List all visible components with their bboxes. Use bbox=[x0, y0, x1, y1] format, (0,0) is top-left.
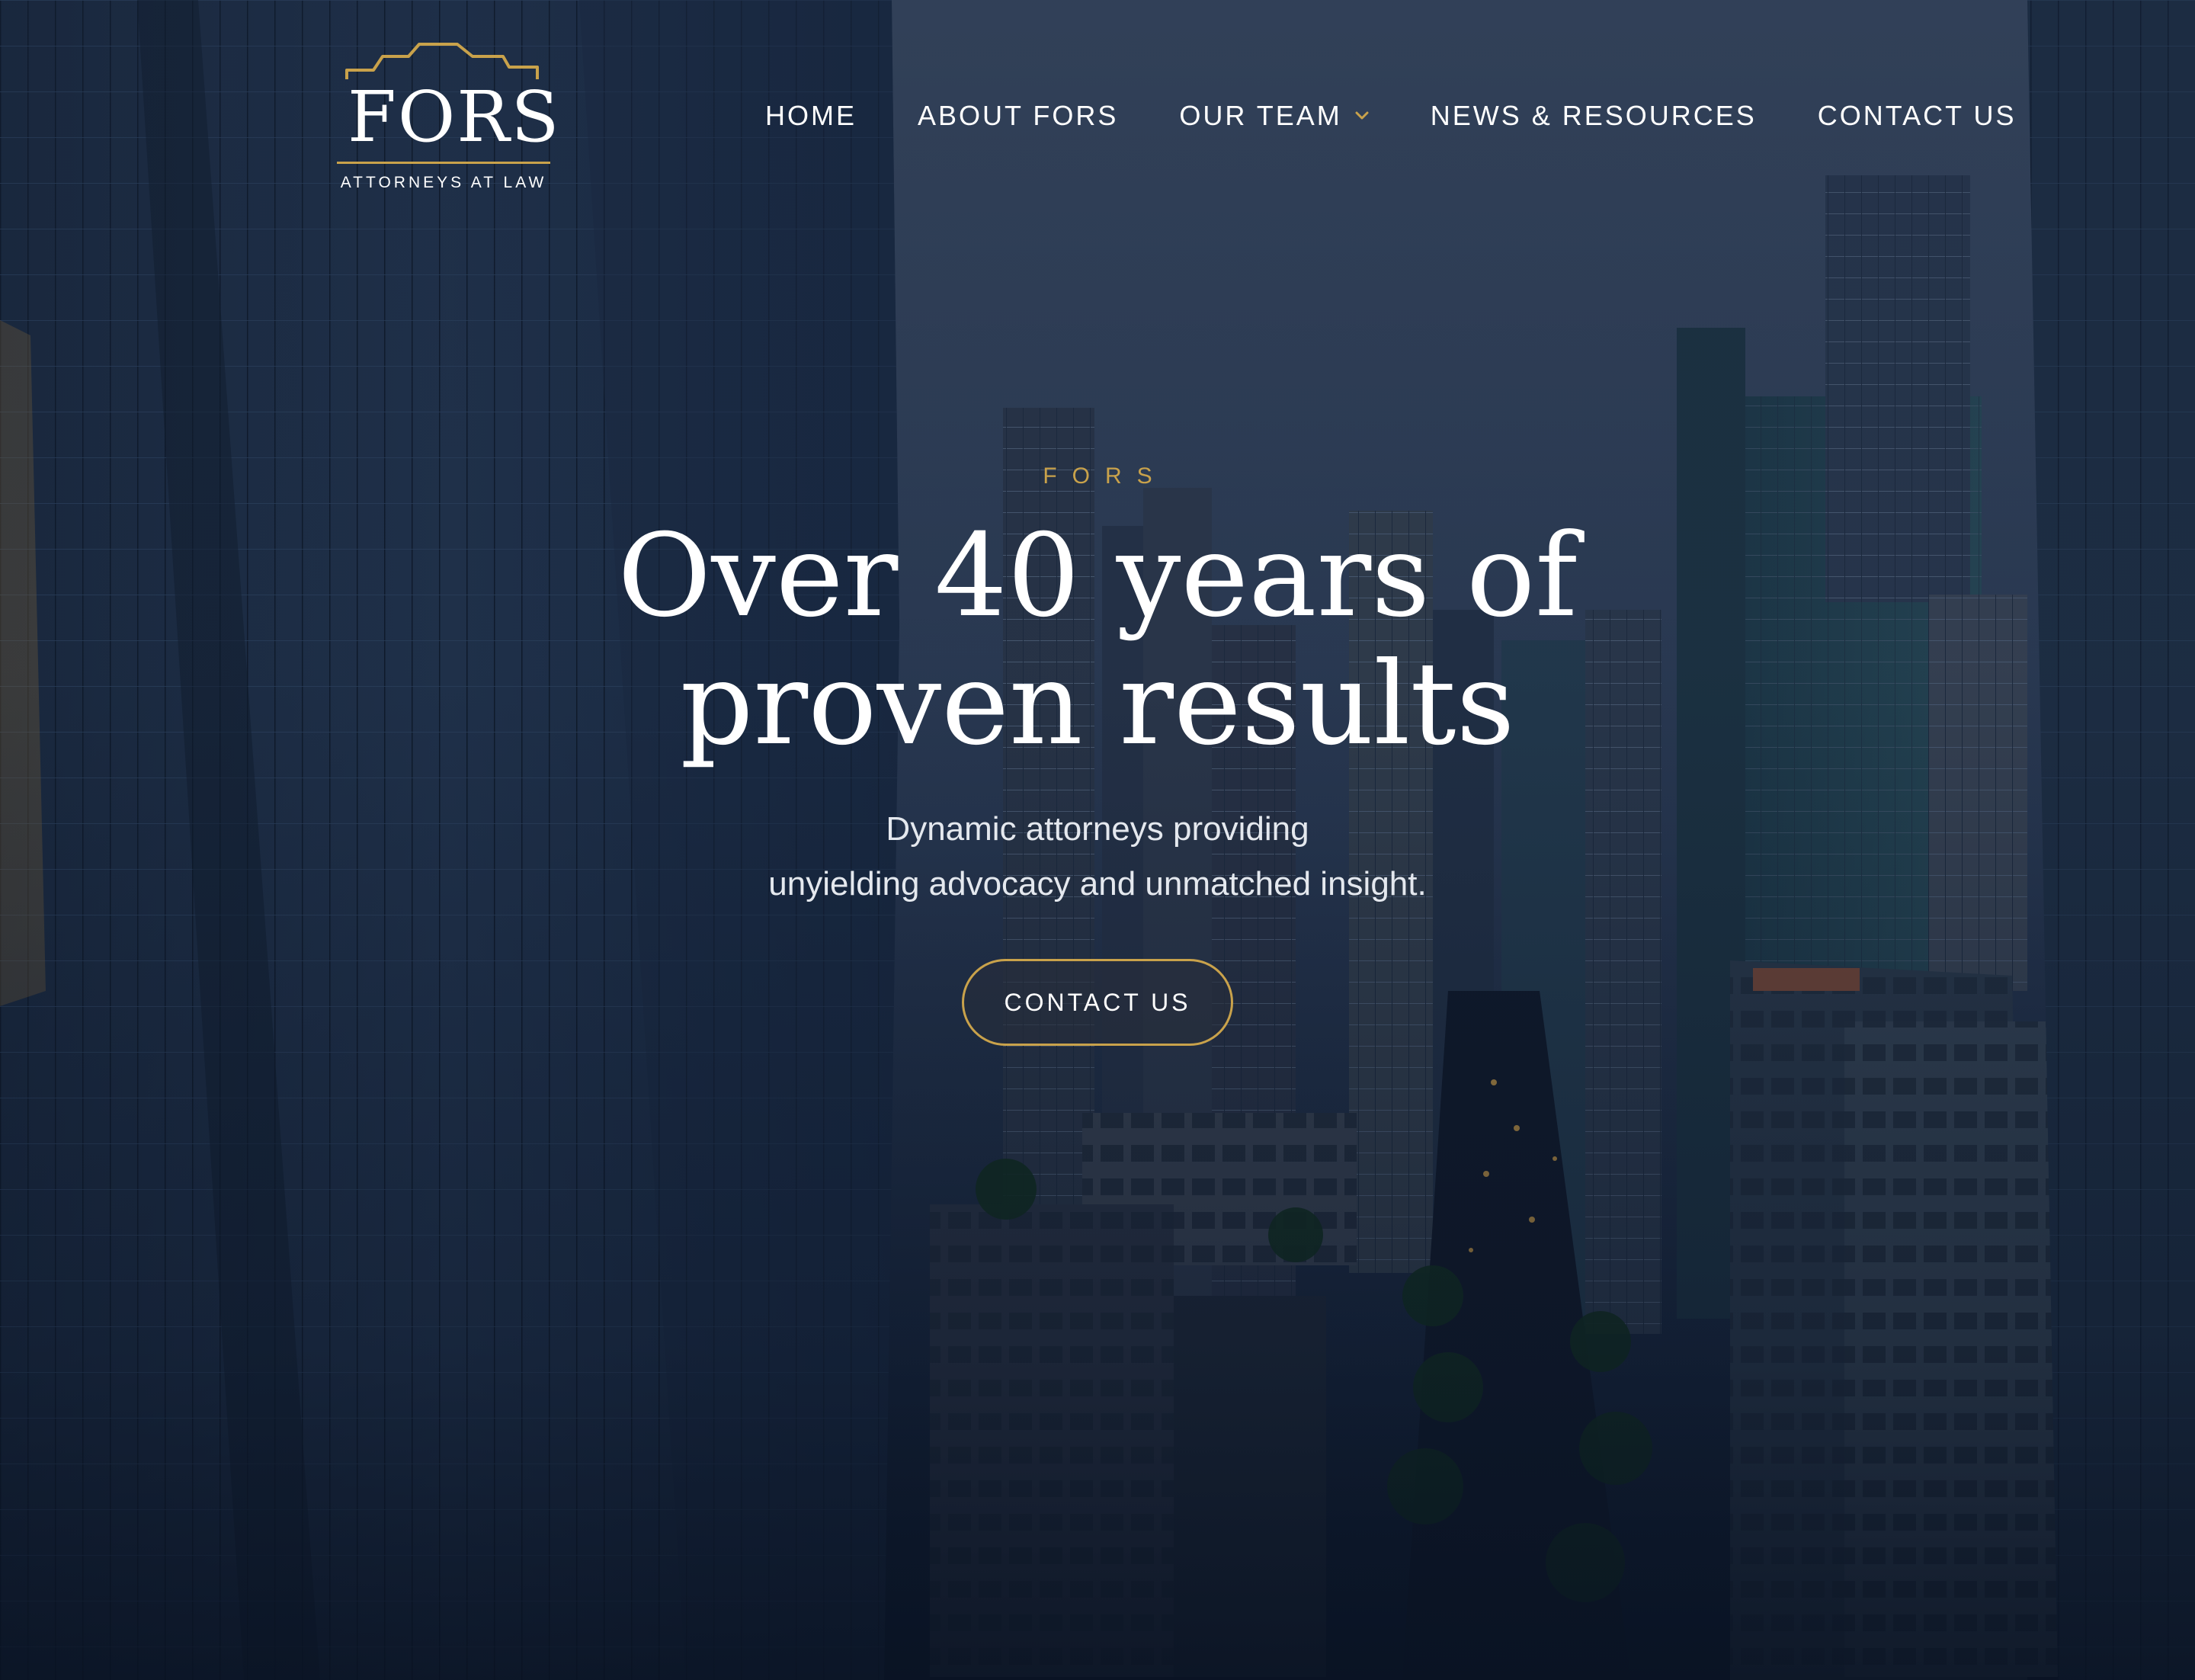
subtext-line-2: unyielding advocacy and unmatched insigh… bbox=[768, 865, 1427, 903]
headline-line-2: proven results bbox=[680, 638, 1515, 771]
nav-item-label: CONTACT US bbox=[1817, 100, 2017, 131]
chevron-down-icon bbox=[1355, 111, 1369, 120]
fors-logo[interactable]: FORS ATTORNEYS AT LAW bbox=[328, 40, 561, 200]
hero-eyebrow: FORS bbox=[1043, 463, 1168, 489]
headline-line-1: Over 40 years of bbox=[617, 510, 1578, 643]
nav-item-our-team[interactable]: OUR TEAM bbox=[1179, 100, 1369, 132]
logo-wordmark: FORS bbox=[348, 76, 561, 158]
nav-item-home[interactable]: HOME bbox=[765, 100, 857, 132]
nav-item-contact[interactable]: CONTACT US bbox=[1818, 100, 2017, 132]
nav-item-label: HOME bbox=[765, 100, 857, 131]
nav-item-label: ABOUT FORS bbox=[918, 100, 1119, 131]
nav-item-news-resources[interactable]: NEWS & RESOURCES bbox=[1431, 100, 1757, 132]
nav-item-label: OUR TEAM bbox=[1179, 100, 1342, 131]
site-header: FORS ATTORNEYS AT LAW HOME ABOUT FORS OU… bbox=[0, 0, 2195, 229]
hero-section: FORS ATTORNEYS AT LAW HOME ABOUT FORS OU… bbox=[0, 0, 2195, 1680]
nav-item-about[interactable]: ABOUT FORS bbox=[918, 100, 1118, 132]
hero-headline: Over 40 years of proven results bbox=[412, 512, 1783, 768]
hero-subtext: Dynamic attorneys providing unyielding a… bbox=[564, 802, 1631, 912]
nav-item-label: NEWS & RESOURCES bbox=[1430, 100, 1757, 131]
subtext-line-1: Dynamic attorneys providing bbox=[886, 810, 1309, 848]
contact-us-button[interactable]: CONTACT US bbox=[962, 959, 1233, 1046]
hero-content: FORS Over 40 years of proven results Dyn… bbox=[0, 457, 2195, 1046]
logo-tagline: ATTORNEYS AT LAW bbox=[340, 174, 547, 191]
main-nav: HOME ABOUT FORS OUR TEAM NEWS & RESOURCE… bbox=[765, 93, 2016, 139]
logo-divider bbox=[337, 162, 550, 164]
